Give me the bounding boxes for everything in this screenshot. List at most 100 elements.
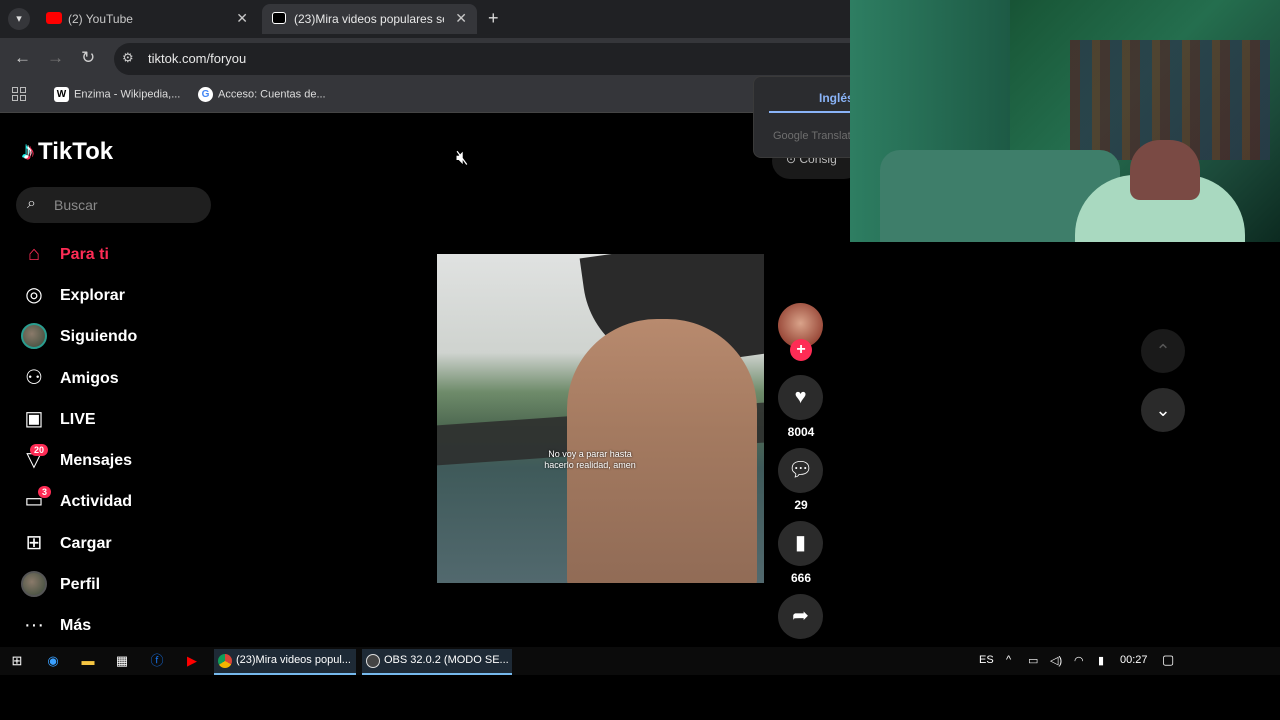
heart-icon: ♥ — [794, 386, 807, 408]
wifi-icon[interactable]: ◠ — [1074, 654, 1084, 667]
youtube-icon[interactable]: ▶ — [183, 652, 201, 670]
follow-plus-icon[interactable]: + — [790, 339, 812, 361]
webcam-person-cap — [1130, 140, 1200, 200]
nav-label: Amigos — [60, 370, 119, 387]
bookmark-wikipedia[interactable]: W Enzima - Wikipedia,... — [54, 87, 180, 102]
tiktok-logo[interactable]: ♪ TikTok — [22, 138, 113, 166]
nav-label: Perfil — [60, 576, 101, 593]
apps-grid-icon[interactable] — [12, 87, 26, 101]
profile-avatar-icon — [21, 571, 47, 597]
edge-icon[interactable]: ◉ — [44, 652, 62, 670]
muted-speaker-icon[interactable]: 🔇︎ — [456, 147, 469, 170]
compass-icon: ◎ — [25, 284, 43, 306]
tab-youtube[interactable]: (2) YouTube ✕ — [36, 4, 258, 34]
google-icon: G — [198, 87, 213, 102]
obs-icon — [366, 654, 380, 668]
notifications-icon[interactable]: ▢ — [1162, 652, 1174, 668]
translate-provider: Google Translat — [773, 130, 851, 142]
nav-label: Actividad — [60, 493, 133, 510]
comment-count: 29 — [794, 498, 808, 512]
home-icon: ⌂ — [27, 243, 41, 265]
translate-language-tab[interactable]: Inglés — [819, 91, 854, 105]
share-button[interactable]: ➦ — [778, 594, 823, 639]
site-settings-icon[interactable]: ⚙ — [122, 50, 134, 66]
battery-icon[interactable]: ▭ — [1028, 654, 1038, 667]
nav-live[interactable]: ▣ LIVE — [20, 405, 220, 437]
screen: ▾ (2) YouTube ✕ (23)Mira videos populare… — [0, 0, 1280, 720]
forward-arrow-icon[interactable]: → — [47, 48, 64, 68]
nav-mas[interactable]: ··· Más — [20, 611, 220, 643]
nav-label: Mensajes — [60, 452, 133, 469]
nav-siguiendo[interactable]: Siguiendo — [20, 322, 220, 354]
search-input[interactable]: ⌕ Buscar — [16, 187, 211, 223]
facebook-icon[interactable]: ⓕ — [148, 652, 166, 670]
nav-label: LIVE — [60, 411, 96, 428]
nav-amigos[interactable]: ⚇ Amigos — [20, 364, 220, 396]
taskbar-obs-app[interactable]: OBS 32.0.2 (MODO SE... — [362, 649, 512, 675]
tab-title: (2) YouTube — [68, 12, 133, 26]
nav-label: Explorar — [60, 287, 125, 304]
tab-search-chevron-icon[interactable]: ▾ — [8, 8, 30, 30]
url-text[interactable]: tiktok.com/foryou — [148, 51, 246, 66]
bookmark-label: Enzima - Wikipedia,... — [74, 88, 181, 101]
chevron-up-icon: ⌃ — [1155, 341, 1171, 361]
video-caption: No voy a parar hasta hacerlo realidad, a… — [515, 449, 665, 471]
upload-icon: ⊞ — [25, 532, 43, 554]
comment-bubble-icon: 💬︎ — [787, 459, 814, 481]
nav-label: Cargar — [60, 535, 112, 552]
close-tab-icon[interactable]: ✕ — [455, 10, 467, 27]
youtube-icon — [46, 12, 62, 24]
nav-para-ti[interactable]: ⌂ Para ti — [20, 240, 220, 272]
next-video-button[interactable]: ⌄ — [1141, 388, 1185, 432]
tiktok-icon — [272, 12, 286, 24]
more-icon: ··· — [24, 614, 44, 636]
store-icon[interactable]: ▦ — [113, 652, 131, 670]
following-avatar-icon — [21, 323, 47, 349]
comment-button[interactable]: 💬︎ — [778, 448, 823, 493]
nav-mensajes[interactable]: ▽ 20 Mensajes — [20, 444, 220, 478]
like-count: 8004 — [787, 425, 815, 439]
microphone-icon[interactable]: ▮ — [1098, 654, 1104, 667]
back-arrow-icon[interactable]: ← — [14, 48, 31, 68]
input-language[interactable]: ES — [979, 654, 994, 666]
messages-badge: 20 — [30, 444, 49, 456]
nav-label: Más — [60, 617, 92, 634]
activity-badge: 3 — [38, 486, 52, 498]
tab-title: (23)Mira videos populares selec — [294, 12, 444, 26]
previous-video-button[interactable]: ⌃ — [1141, 329, 1185, 373]
volume-icon[interactable]: ◁) — [1050, 654, 1062, 667]
nav-explorar[interactable]: ◎ Explorar — [20, 281, 220, 313]
tab-tiktok[interactable]: (23)Mira videos populares selec ✕ — [262, 4, 477, 34]
like-button[interactable]: ♥ — [778, 375, 823, 420]
webcam-overlay — [850, 0, 1280, 242]
wikipedia-icon: W — [54, 87, 69, 102]
bookmark-label: Acceso: Cuentas de... — [218, 88, 326, 101]
file-explorer-icon[interactable]: ▬ — [79, 652, 97, 670]
video-player[interactable]: No voy a parar hasta hacerlo realidad, a… — [437, 254, 764, 583]
taskbar-chrome-app[interactable]: (23)Mira videos popul... — [214, 649, 356, 675]
nav-actividad[interactable]: ▭ 3 Actividad — [20, 486, 220, 519]
search-icon: ⌕ — [27, 195, 36, 212]
nav-label: Siguiendo — [60, 328, 138, 345]
share-arrow-icon: ➦ — [792, 605, 809, 627]
friends-icon: ⚇ — [25, 367, 43, 389]
chevron-down-icon: ⌄ — [1155, 400, 1171, 420]
bookmark-google-accounts[interactable]: G Acceso: Cuentas de... — [198, 87, 326, 102]
save-count: 666 — [790, 571, 812, 585]
nav-perfil[interactable]: Perfil — [20, 570, 220, 602]
save-button[interactable]: ▮ — [778, 521, 823, 566]
clock[interactable]: 00:27 — [1120, 654, 1148, 666]
close-tab-icon[interactable]: ✕ — [236, 10, 248, 27]
windows-taskbar: ⊞ ◉ ▬ ▦ ⓕ ▶ (23)Mira videos popul... OBS… — [0, 647, 1280, 675]
reload-icon[interactable]: ↻ — [81, 48, 95, 68]
live-icon: ▣ — [24, 408, 44, 430]
translate-popup: Inglés Google Translat — [753, 76, 864, 158]
search-placeholder: Buscar — [54, 197, 98, 213]
tray-chevron-up-icon[interactable]: ^ — [1006, 654, 1011, 666]
caption-line-1: No voy a parar hasta — [548, 449, 632, 459]
windows-start-icon[interactable]: ⊞ — [8, 652, 26, 670]
tiktok-note-icon: ♪ — [22, 138, 34, 165]
nav-cargar[interactable]: ⊞ Cargar — [20, 529, 220, 561]
new-tab-button[interactable]: + — [488, 8, 499, 29]
taskbar-app-label: OBS 32.0.2 (MODO SE... — [384, 654, 509, 666]
